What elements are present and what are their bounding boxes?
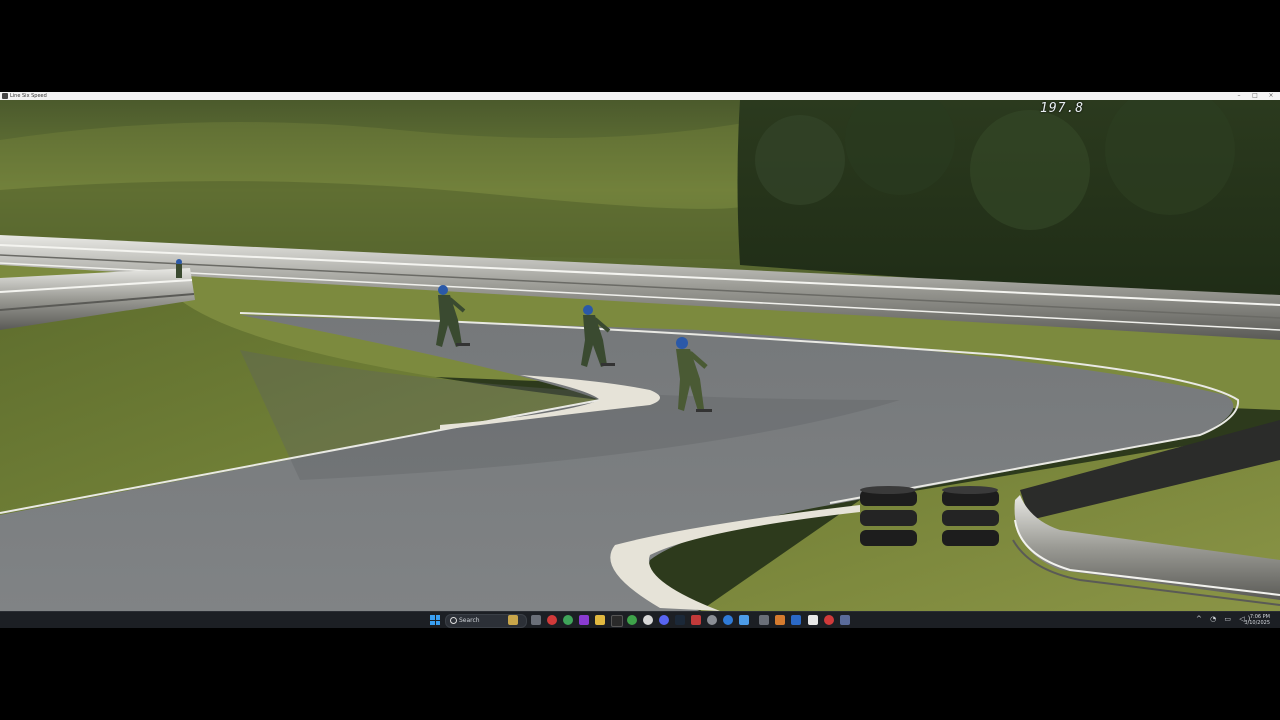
notes-icon[interactable] xyxy=(791,615,801,625)
rider-4 xyxy=(176,259,182,278)
start-button[interactable] xyxy=(430,615,440,625)
xbox-icon[interactable] xyxy=(627,615,637,625)
close-icon[interactable]: × xyxy=(1264,92,1278,100)
vpn-icon[interactable] xyxy=(579,615,589,625)
security-icon[interactable] xyxy=(808,615,818,625)
game-icon[interactable] xyxy=(840,615,850,625)
app-icon[interactable] xyxy=(775,615,785,625)
settings-icon[interactable] xyxy=(643,615,653,625)
minimize-icon[interactable]: – xyxy=(1232,92,1246,100)
letterbox-top xyxy=(0,0,1280,92)
tire-stack-left xyxy=(860,486,917,546)
window-title: Line Six Speed xyxy=(10,93,47,99)
app-icon xyxy=(2,93,8,99)
windows-taskbar: Search ^ ◔ ▭ ◁) 7:06 PM 3/10/2025 xyxy=(0,611,1280,629)
terminal-icon[interactable] xyxy=(611,615,623,627)
window-titlebar[interactable]: Line Six Speed – □ × xyxy=(0,92,1280,100)
speedometer-readout: 197.8 xyxy=(1040,101,1085,116)
media-icon[interactable] xyxy=(691,615,701,625)
file-explorer-icon[interactable] xyxy=(595,615,605,625)
mail-icon[interactable] xyxy=(723,615,733,625)
edge-icon[interactable] xyxy=(739,615,749,625)
search-icon xyxy=(450,617,457,624)
race-scene xyxy=(0,100,1280,611)
weather-icon[interactable] xyxy=(508,615,518,625)
camera-icon[interactable] xyxy=(759,615,769,625)
letterbox-bottom xyxy=(0,628,1280,720)
search-placeholder: Search xyxy=(459,617,480,624)
store-icon[interactable] xyxy=(707,615,717,625)
chrome-icon[interactable] xyxy=(563,615,573,625)
steam-icon[interactable] xyxy=(675,615,685,625)
app-icon-2[interactable] xyxy=(824,615,834,625)
game-viewport[interactable] xyxy=(0,100,1280,611)
clock-date: 3/10/2025 xyxy=(1244,620,1270,626)
discord-icon[interactable] xyxy=(659,615,669,625)
tire-stack-right xyxy=(942,486,999,546)
widgets-icon[interactable] xyxy=(531,615,541,625)
clock[interactable]: 7:06 PM 3/10/2025 xyxy=(1238,614,1270,626)
opera-icon[interactable] xyxy=(547,615,557,625)
maximize-icon[interactable]: □ xyxy=(1248,92,1262,100)
